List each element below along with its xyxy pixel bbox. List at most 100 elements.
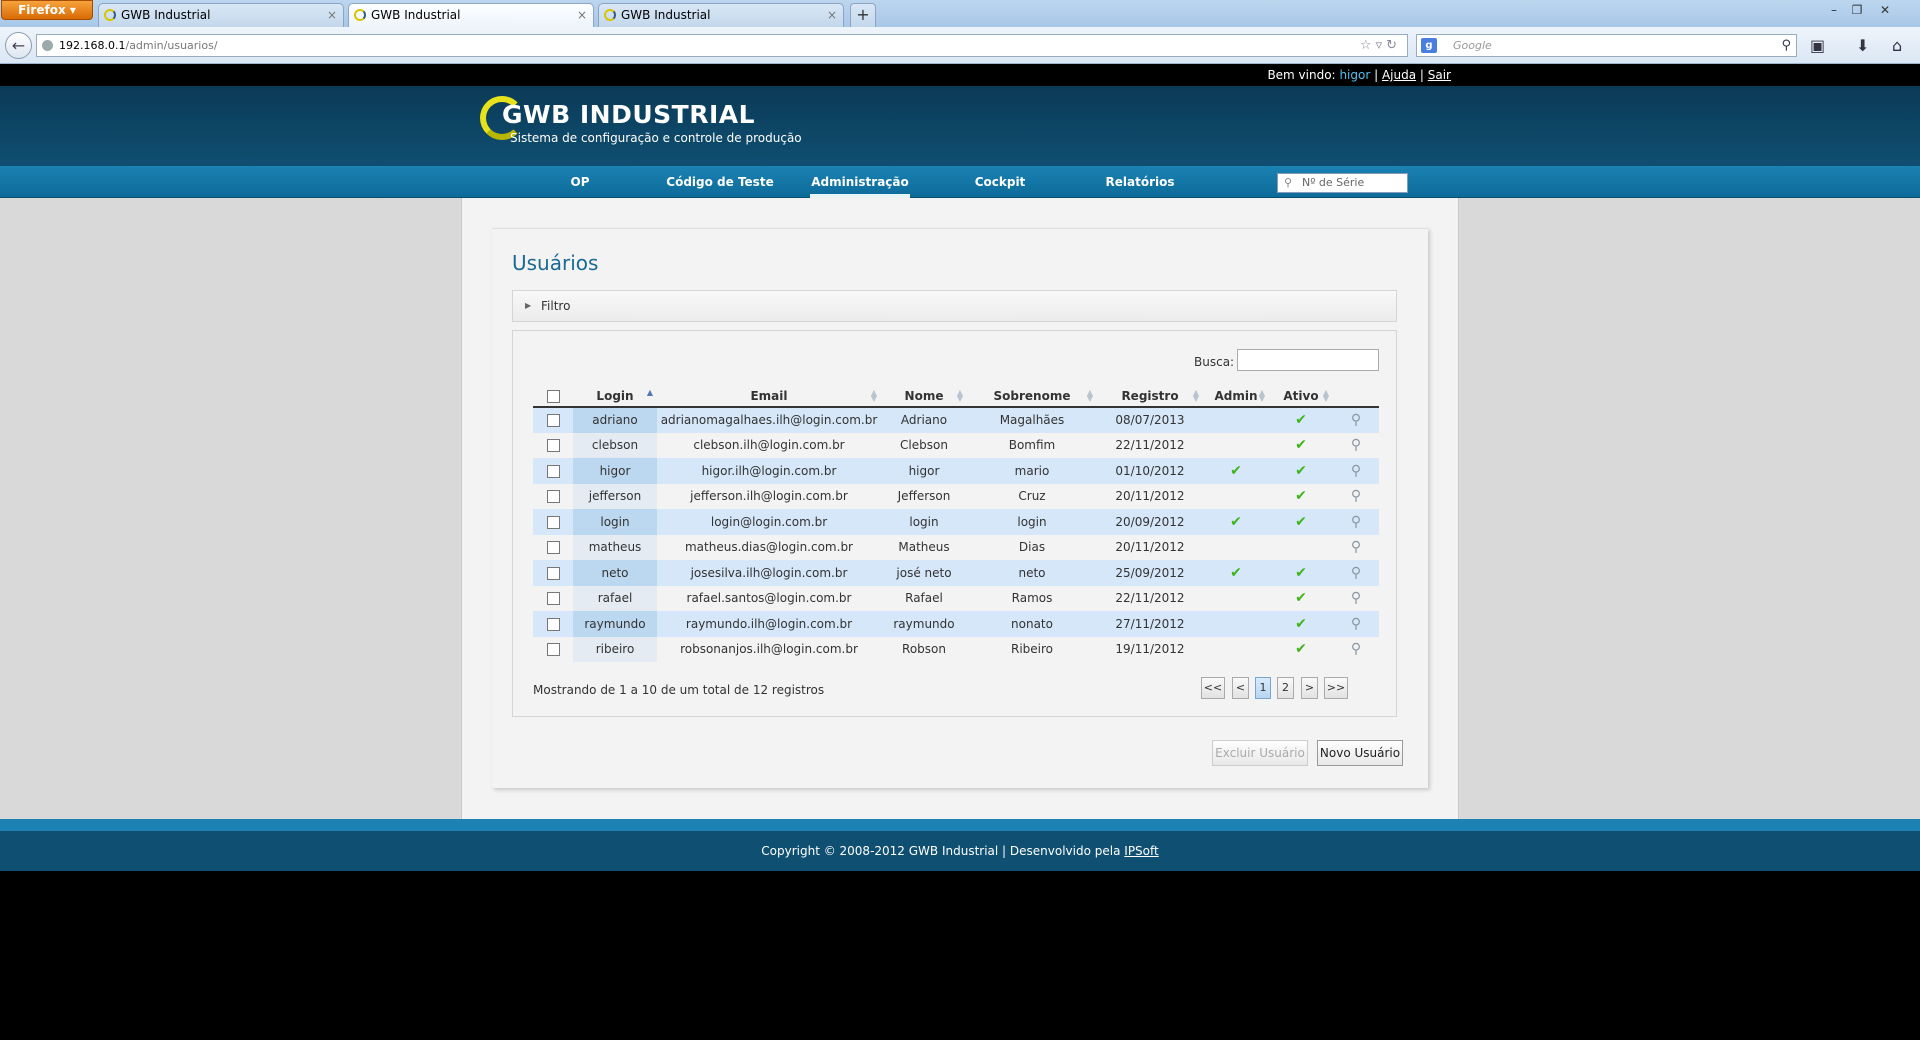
col-nome[interactable]: Nome ▲ ▼ — [881, 385, 967, 408]
row-checkbox[interactable] — [546, 617, 560, 631]
magnifier-icon[interactable]: ⚲ — [1351, 616, 1361, 632]
table-row[interactable]: matheus matheus.dias@login.com.br Matheus D… — [533, 534, 1379, 560]
check-icon: ✔ — [1295, 462, 1307, 479]
cell-sobrenome: Bomfim — [967, 432, 1097, 458]
row-checkbox[interactable] — [546, 439, 560, 453]
search-icon: ⚲ — [1284, 176, 1293, 189]
select-all-checkbox[interactable] — [546, 389, 560, 403]
table-row[interactable]: neto josesilva.ilh@login.com.br josé neto n… — [533, 560, 1379, 586]
menu-item-op[interactable]: OP — [561, 166, 599, 198]
tab-close-icon[interactable]: × — [577, 4, 587, 26]
home-icon[interactable]: ⌂ — [1892, 36, 1902, 55]
page-2-button[interactable]: 2 — [1277, 677, 1294, 699]
search-icon[interactable]: ⚲ — [1781, 35, 1791, 56]
tab-close-icon[interactable]: × — [827, 4, 837, 26]
table-row[interactable]: login login@login.com.br login login 20/09/2… — [533, 509, 1379, 535]
cell-login: higor — [573, 458, 657, 484]
new-tab-button[interactable]: + — [850, 3, 876, 27]
magnifier-icon[interactable]: ⚲ — [1351, 514, 1361, 530]
row-checkbox[interactable] — [546, 566, 560, 580]
table-row[interactable]: adriano adrianomagalhaes.ilh@login.com.br… — [533, 407, 1379, 433]
prev-page-button[interactable]: < — [1232, 677, 1249, 699]
col-admin[interactable]: Admin ▲ ▼ — [1203, 385, 1269, 408]
next-page-button[interactable]: > — [1301, 677, 1318, 699]
google-icon[interactable]: g — [1421, 38, 1437, 53]
row-checkbox[interactable] — [546, 592, 560, 606]
menu-item-administracao[interactable]: Administração — [810, 166, 910, 198]
magnifier-icon[interactable]: ⚲ — [1351, 539, 1361, 555]
table-cell: ⚲ — [1333, 534, 1379, 560]
menu-item-codigo-de-teste[interactable]: Código de Teste — [662, 166, 778, 198]
back-button[interactable]: ← — [5, 32, 32, 59]
magnifier-icon[interactable]: ⚲ — [1351, 590, 1361, 606]
cell-login: clebson — [573, 432, 657, 458]
cell-login: login — [573, 509, 657, 535]
cell-login: adriano — [573, 407, 657, 433]
table-row[interactable]: raymundo raymundo.ilh@login.com.br raymund… — [533, 611, 1379, 637]
download-icon[interactable]: ⬇ — [1856, 36, 1869, 55]
browser-tab[interactable]: GWB Industrial × — [98, 3, 344, 27]
row-checkbox[interactable] — [546, 490, 560, 504]
col-sobrenome[interactable]: Sobrenome ▲ ▼ — [967, 385, 1097, 408]
sort-icon: ▲ ▼ — [1258, 388, 1265, 403]
browser-tab[interactable]: GWB Industrial × — [598, 3, 844, 27]
logo[interactable]: GWB INDUSTRIAL Sistema de configuração e… — [480, 94, 810, 154]
welcome-area: Bem vindo: higor | Ajuda | Sair — [1267, 68, 1451, 82]
username: higor — [1339, 68, 1371, 82]
row-checkbox[interactable] — [546, 414, 560, 428]
cell-nome: Matheus — [881, 534, 967, 560]
search-input[interactable] — [1237, 349, 1379, 371]
firefox-menu-button[interactable]: Firefox ▾ — [1, 0, 93, 20]
delete-user-button[interactable]: Excluir Usuário — [1212, 740, 1308, 766]
magnifier-icon[interactable]: ⚲ — [1351, 437, 1361, 453]
table-cell — [533, 483, 573, 509]
help-link[interactable]: Ajuda — [1382, 68, 1416, 82]
new-user-button[interactable]: Novo Usuário — [1317, 740, 1403, 766]
col-registro[interactable]: Registro ▲ ▼ — [1097, 385, 1203, 408]
check-icon: ✔ — [1295, 488, 1307, 505]
logout-link[interactable]: Sair — [1428, 68, 1451, 82]
bookmarks-icon[interactable]: ▣ — [1810, 36, 1825, 55]
magnifier-icon[interactable]: ⚲ — [1351, 641, 1361, 657]
col-login[interactable]: Login ▲ — [573, 385, 657, 408]
tab-close-icon[interactable]: × — [327, 4, 337, 26]
table-row[interactable]: clebson clebson.ilh@login.com.br Clebson Bo… — [533, 432, 1379, 458]
row-checkbox[interactable] — [546, 541, 560, 555]
table-cell — [533, 432, 573, 458]
col-email[interactable]: Email ▲ ▼ — [657, 385, 881, 408]
user-strip: Bem vindo: higor | Ajuda | Sair — [0, 64, 1920, 86]
window-close-icon[interactable]: ✕ — [1874, 2, 1896, 20]
table-cell: ⚲ — [1333, 560, 1379, 586]
url-bar[interactable]: 192.168.0.1/admin/usuarios/ ☆▿↻ — [36, 34, 1408, 57]
row-checkbox[interactable] — [546, 464, 560, 478]
cell-email: jefferson.ilh@login.com.br — [657, 483, 881, 509]
table-row[interactable]: rafael rafael.santos@login.com.br Rafael Ra… — [533, 585, 1379, 611]
table-cell — [1203, 636, 1269, 662]
browser-tab-active[interactable]: GWB Industrial × — [348, 3, 594, 27]
filter-toggle[interactable]: ▶ Filtro — [512, 290, 1397, 322]
row-checkbox[interactable] — [546, 643, 560, 657]
menu-item-cockpit[interactable]: Cockpit — [967, 166, 1033, 198]
magnifier-icon[interactable]: ⚲ — [1351, 412, 1361, 428]
col-ativo[interactable]: Ativo ▲ ▼ — [1269, 385, 1333, 408]
ipsoft-link[interactable]: IPSoft — [1124, 844, 1158, 858]
first-page-button[interactable]: << — [1201, 677, 1225, 699]
browser-navbar: ← 192.168.0.1/admin/usuarios/ ☆▿↻ g Goog… — [0, 27, 1920, 64]
minimize-icon[interactable]: – — [1823, 2, 1845, 20]
restore-icon[interactable]: ❐ — [1846, 2, 1868, 20]
magnifier-icon[interactable]: ⚲ — [1351, 565, 1361, 581]
table-row[interactable]: jefferson jefferson.ilh@login.com.br Jeffe… — [533, 483, 1379, 509]
row-checkbox[interactable] — [546, 515, 560, 529]
menu-item-relatorios[interactable]: Relatórios — [1100, 166, 1180, 198]
serial-search-input[interactable]: ⚲ Nº de Série — [1277, 173, 1408, 193]
cell-sobrenome: Magalhães — [967, 407, 1097, 433]
magnifier-icon[interactable]: ⚲ — [1351, 463, 1361, 479]
search-bar[interactable]: g Google ⚲ — [1416, 34, 1797, 57]
magnifier-icon[interactable]: ⚲ — [1351, 488, 1361, 504]
last-page-button[interactable]: >> — [1324, 677, 1348, 699]
globe-icon — [42, 40, 53, 51]
page-1-button[interactable]: 1 — [1255, 677, 1271, 699]
table-row[interactable]: higor higor.ilh@login.com.br higor mario 01/… — [533, 458, 1379, 484]
url-actions[interactable]: ☆▿↻ — [1360, 35, 1401, 56]
table-row[interactable]: ribeiro robsonanjos.ilh@login.com.br Robso… — [533, 636, 1379, 662]
